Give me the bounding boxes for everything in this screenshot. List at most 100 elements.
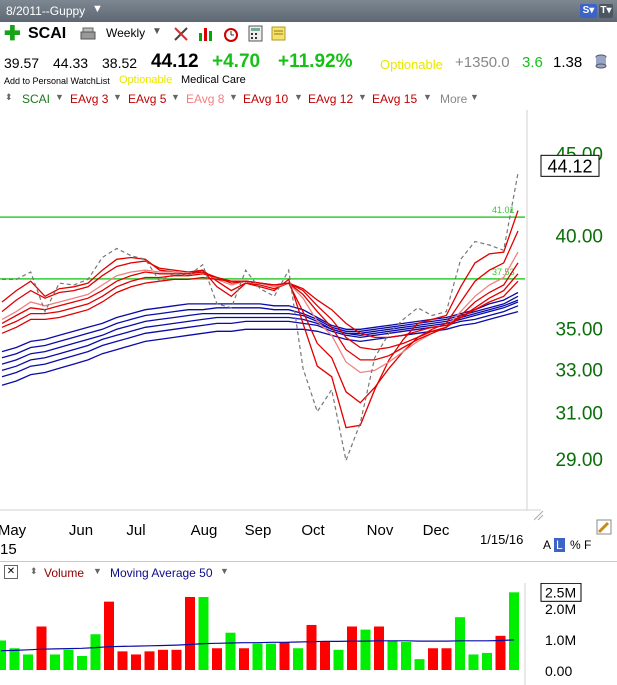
period-select[interactable]: Weekly <box>106 26 145 40</box>
indicator-eavg3-dropdown-icon[interactable]: ▼ <box>113 92 122 102</box>
volume-bar <box>414 659 425 670</box>
t-menu-button[interactable]: T▾ <box>599 4 613 18</box>
moving-average-dropdown-icon[interactable]: ▼ <box>220 566 229 576</box>
extra-value: +1350.0 <box>455 54 510 71</box>
volume-bar <box>212 648 222 670</box>
volume-bar <box>266 643 276 670</box>
mode-a-button[interactable]: A <box>543 538 551 552</box>
volume-bar <box>468 654 479 670</box>
volume-bar <box>360 629 371 670</box>
last-price: 44.12 <box>151 51 199 72</box>
tools-icon[interactable] <box>172 25 190 43</box>
price-chart[interactable]: 29.0031.0033.0035.0040.0045.0041.0137.53… <box>0 110 617 560</box>
volume-bar <box>144 651 155 670</box>
price-change: +4.70 <box>212 51 261 72</box>
bar-chart-icon[interactable] <box>197 25 215 43</box>
x-tick-label: Oct <box>301 522 325 539</box>
volume-header: ✕ ⬍ Volume ▼ Moving Average 50 ▼ <box>0 561 617 584</box>
indicator-eavg8[interactable]: EAvg 8 <box>186 92 224 106</box>
volume-bar <box>428 648 438 670</box>
volume-bar <box>252 643 263 670</box>
mode-l-button[interactable]: L <box>554 538 565 552</box>
volume-dropdown-icon[interactable]: ▼ <box>93 566 102 576</box>
volume-bar <box>131 654 141 670</box>
note-icon[interactable] <box>270 25 288 43</box>
draw-pencil-icon[interactable] <box>596 519 612 535</box>
more-indicators-button[interactable]: More <box>440 92 467 106</box>
volume-bar <box>117 651 128 670</box>
volume-bar <box>401 642 411 670</box>
y-tick-label: 35.00 <box>555 319 603 340</box>
moving-average-label[interactable]: Moving Average 50 <box>110 566 213 580</box>
open-price: 39.57 <box>4 55 40 71</box>
x-tick-label: Jun <box>69 522 93 539</box>
volume-bar <box>9 648 20 670</box>
alarm-clock-icon[interactable] <box>222 25 240 43</box>
last-price-label: 44.12 <box>547 156 592 176</box>
resize-corner-icon[interactable] <box>534 511 544 521</box>
calculator-icon[interactable] <box>247 25 265 43</box>
sector-label: Medical Care <box>181 74 246 86</box>
indicator-handle-icon[interactable]: ⬍ <box>5 92 13 103</box>
price-chart-svg[interactable]: 29.0031.0033.0035.0040.0045.0041.0137.53… <box>0 110 617 560</box>
volume-bar <box>90 634 101 670</box>
volume-bar <box>104 601 114 670</box>
indicator-scai-dropdown-icon[interactable]: ▼ <box>55 92 64 102</box>
date-label: 1/15/16 <box>480 532 524 547</box>
volume-bar <box>333 649 344 670</box>
volume-bar <box>509 592 519 670</box>
printer-icon[interactable] <box>80 27 96 41</box>
mode-f-button[interactable]: F <box>584 538 591 552</box>
high-price: 44.33 <box>53 55 89 71</box>
volume-chart[interactable]: 2.0M 1.0M 0.00 2.5M <box>0 583 617 685</box>
mode-pct-button[interactable]: % <box>570 538 581 552</box>
volume-y-tick-label: 1.0M <box>545 632 576 648</box>
volume-bar <box>293 648 303 670</box>
indicator-eavg15[interactable]: EAvg 15 <box>372 92 417 106</box>
volume-bar <box>185 596 195 670</box>
extra-green-value: 3.6 <box>522 54 543 71</box>
volume-bar <box>455 617 465 670</box>
volume-handle-icon[interactable]: ⬍ <box>30 566 38 577</box>
optionable-label: Optionable <box>380 57 443 72</box>
indicator-eavg5-dropdown-icon[interactable]: ▼ <box>171 92 180 102</box>
add-icon[interactable]: ✚ <box>4 24 21 44</box>
s-menu-button[interactable]: S▾ <box>580 4 597 18</box>
low-price: 38.52 <box>102 55 138 71</box>
volume-bar <box>77 656 87 670</box>
y-tick-label: 31.00 <box>555 404 603 425</box>
x-tick-label: Aug <box>191 522 218 539</box>
quote-row: 39.57 44.33 38.52 44.12 +4.70 +11.92% Op… <box>0 49 617 75</box>
more-dropdown-icon[interactable]: ▼ <box>470 92 479 102</box>
indicator-eavg10-dropdown-icon[interactable]: ▼ <box>294 92 303 102</box>
volume-bar <box>158 649 168 670</box>
volume-label[interactable]: Volume <box>44 566 84 580</box>
info-row: Add to Personal WatchList Optionable Med… <box>0 74 617 88</box>
x-first-sub-label: 15 <box>0 541 17 558</box>
indicator-eavg12-dropdown-icon[interactable]: ▼ <box>358 92 367 102</box>
price-change-pct: +11.92% <box>278 51 353 72</box>
volume-bar <box>63 649 74 670</box>
volume-bar <box>198 596 209 670</box>
volume-bar <box>320 642 330 670</box>
indicator-eavg3[interactable]: EAvg 3 <box>70 92 108 106</box>
volume-bar <box>387 640 398 670</box>
title-dropdown-icon[interactable]: ▼ <box>92 3 103 15</box>
database-icon[interactable] <box>594 54 608 70</box>
indicator-eavg12[interactable]: EAvg 12 <box>308 92 353 106</box>
optionable-badge: Optionable <box>119 74 173 86</box>
symbol-input[interactable]: SCAI <box>28 25 66 43</box>
volume-bar <box>50 654 60 670</box>
window-title: 8/2011--Guppy <box>6 4 86 18</box>
add-to-watchlist-link[interactable]: Add to Personal WatchList <box>4 76 110 86</box>
indicator-eavg5[interactable]: EAvg 5 <box>128 92 166 106</box>
volume-bar <box>36 626 47 670</box>
indicator-eavg8-dropdown-icon[interactable]: ▼ <box>229 92 238 102</box>
indicator-eavg15-dropdown-icon[interactable]: ▼ <box>423 92 432 102</box>
indicator-scai[interactable]: SCAI <box>22 92 50 106</box>
indicator-eavg10[interactable]: EAvg 10 <box>243 92 288 106</box>
period-dropdown-icon[interactable]: ▼ <box>152 26 162 37</box>
extra-black-value: 1.38 <box>553 54 583 71</box>
close-volume-icon[interactable]: ✕ <box>4 565 18 579</box>
x-tick-label: Nov <box>367 522 394 539</box>
